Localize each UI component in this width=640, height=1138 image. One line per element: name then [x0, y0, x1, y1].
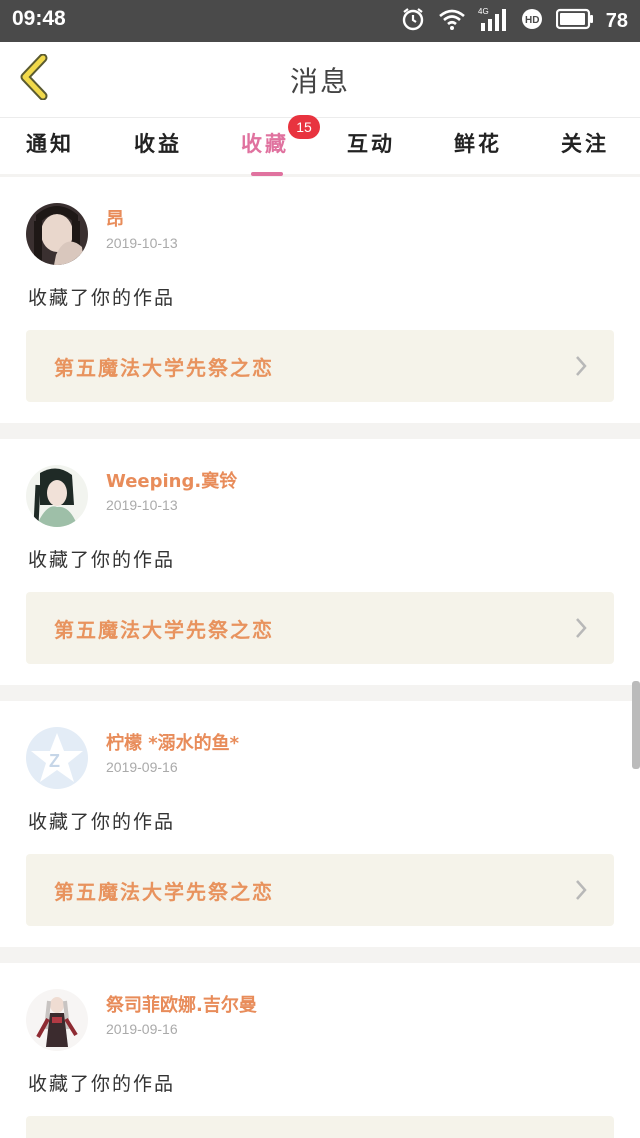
scrollbar-thumb[interactable] [632, 681, 640, 769]
tab-flowers[interactable]: 鲜花 [454, 128, 502, 158]
tab-label: 互动 [347, 132, 395, 156]
activity-text: 收藏了你的作品 [28, 287, 176, 309]
favorite-notification: 昂 2019-10-13 收藏了你的作品 第五魔法大学先祭之恋 [0, 177, 640, 423]
wifi-icon [438, 7, 466, 35]
favorite-notification: 祭司菲欧娜.吉尔曼 2019-09-16 收藏了你的作品 [0, 963, 640, 1138]
status-bar: 09:48 4G HD 78 [0, 0, 640, 42]
username[interactable]: 柠檬 *溺水的鱼* [106, 729, 239, 755]
chevron-right-icon [574, 354, 588, 382]
message-tabs: 通知 收益 收藏 15 互动 鲜花 关注 [0, 115, 640, 176]
activity-text: 收藏了你的作品 [28, 811, 176, 833]
svg-text:Z: Z [49, 751, 60, 771]
active-tab-indicator [251, 172, 283, 176]
svg-text:HD: HD [525, 15, 539, 26]
tab-label: 收益 [134, 132, 182, 156]
timestamp: 2019-09-16 [106, 759, 178, 775]
tab-label: 收藏 [241, 132, 289, 156]
username[interactable]: 昂 [106, 205, 124, 231]
timestamp: 2019-10-13 [106, 235, 178, 251]
work-link[interactable]: 第五魔法大学先祭之恋 [26, 854, 614, 926]
work-title: 第五魔法大学先祭之恋 [54, 618, 274, 642]
tab-notifications[interactable]: 通知 [26, 128, 74, 158]
signal-4g-icon: 4G [478, 6, 508, 36]
tab-label: 鲜花 [454, 132, 502, 156]
chevron-right-icon [574, 878, 588, 906]
avatar[interactable]: Z [26, 727, 88, 789]
hd-icon: HD [520, 7, 544, 35]
battery-icon [555, 8, 594, 34]
activity-text: 收藏了你的作品 [28, 1073, 176, 1095]
work-title: 第五魔法大学先祭之恋 [54, 356, 274, 380]
avatar[interactable] [26, 989, 88, 1051]
battery-level: 78 [605, 9, 628, 32]
chevron-right-icon [574, 616, 588, 644]
username[interactable]: 祭司菲欧娜.吉尔曼 [106, 991, 257, 1017]
avatar[interactable] [26, 465, 88, 527]
top-bar: 消息 [0, 42, 640, 118]
favorite-notification: Z 柠檬 *溺水的鱼* 2019-09-16 收藏了你的作品 第五魔法大学先祭之… [0, 701, 640, 947]
favorite-notification: Weeping.寞铃 2019-10-13 收藏了你的作品 第五魔法大学先祭之恋 [0, 439, 640, 685]
alarm-icon [400, 6, 426, 36]
work-link[interactable]: 第五魔法大学先祭之恋 [26, 330, 614, 402]
tab-earnings[interactable]: 收益 [134, 128, 182, 158]
username[interactable]: Weeping.寞铃 [106, 467, 237, 493]
activity-text: 收藏了你的作品 [28, 549, 176, 571]
unread-count-badge: 15 [288, 115, 320, 139]
work-link[interactable] [26, 1116, 614, 1138]
work-link[interactable]: 第五魔法大学先祭之恋 [26, 592, 614, 664]
timestamp: 2019-09-16 [106, 1021, 178, 1037]
tab-interactions[interactable]: 互动 [347, 128, 395, 158]
timestamp: 2019-10-13 [106, 497, 178, 513]
tab-label: 关注 [561, 132, 609, 156]
tab-favorites[interactable]: 收藏 15 [241, 115, 320, 176]
tab-follows[interactable]: 关注 [561, 128, 609, 158]
work-title: 第五魔法大学先祭之恋 [54, 880, 274, 904]
svg-text:4G: 4G [478, 7, 489, 16]
status-icons: 4G HD 78 [400, 6, 628, 36]
status-time: 09:48 [12, 7, 66, 30]
avatar[interactable] [26, 203, 88, 265]
tab-label: 通知 [26, 132, 74, 156]
page-title: 消息 [289, 65, 350, 98]
